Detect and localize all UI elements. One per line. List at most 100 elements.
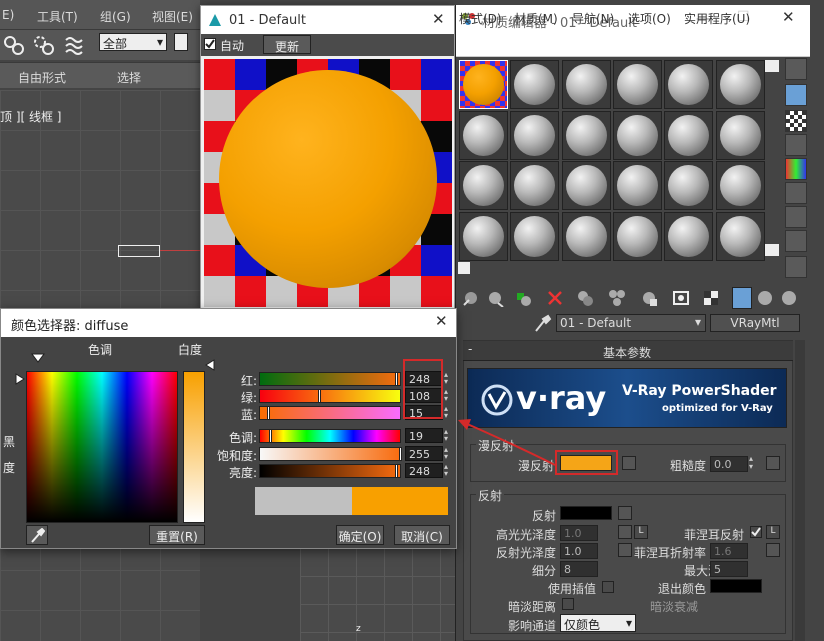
slider-thumb[interactable] <box>399 447 402 461</box>
sample-slot[interactable] <box>561 161 611 210</box>
slider-thumb[interactable] <box>395 372 399 386</box>
value-input[interactable]: 248 <box>405 463 443 478</box>
selected-object[interactable] <box>118 245 160 257</box>
roughness-map-button[interactable] <box>766 456 780 470</box>
video-color-check-icon[interactable] <box>785 158 807 180</box>
link-icon[interactable] <box>3 34 25 56</box>
blue-slider[interactable] <box>259 406 401 420</box>
hilight-gloss-map-button[interactable] <box>618 525 632 539</box>
slots-hscroll-left[interactable] <box>458 262 470 274</box>
menu-edit[interactable]: E) <box>2 8 14 22</box>
exit-color-swatch[interactable] <box>710 579 762 593</box>
make-preview-icon[interactable] <box>785 182 807 204</box>
reset-button[interactable]: 重置(R) <box>149 525 205 545</box>
roughness-input[interactable]: 0.0 <box>710 456 748 472</box>
menu-material[interactable]: 材质(M) <box>514 10 558 27</box>
whiteness-bar[interactable] <box>183 371 205 523</box>
select-object-icon[interactable] <box>174 33 188 51</box>
sample-slot[interactable] <box>612 110 662 160</box>
backlight-icon[interactable] <box>785 84 807 106</box>
refl-gloss-input[interactable]: 1.0 <box>560 543 598 559</box>
put-to-library-icon[interactable] <box>640 289 658 307</box>
update-button[interactable]: 更新 <box>263 35 311 54</box>
viewport-perspective[interactable]: z <box>300 548 465 641</box>
saturation-slider[interactable] <box>259 447 401 461</box>
ribbon-tab-selection[interactable]: 选择 <box>117 69 141 86</box>
close-icon[interactable]: ✕ <box>782 8 795 26</box>
sample-slot[interactable] <box>664 161 714 210</box>
hue-slider[interactable] <box>259 429 401 443</box>
fresnel-checkbox[interactable] <box>750 526 762 538</box>
unlink-icon[interactable] <box>33 34 55 56</box>
dim-distance-checkbox[interactable] <box>562 598 574 610</box>
green-slider[interactable] <box>259 389 401 403</box>
slider-thumb[interactable] <box>395 464 399 478</box>
background-checker-icon[interactable] <box>785 110 807 132</box>
saturation-input[interactable]: 255 <box>405 446 443 461</box>
sample-slot[interactable] <box>664 110 714 160</box>
reflect-color-swatch[interactable] <box>560 506 612 520</box>
rollout-header[interactable]: - 基本参数 <box>463 341 793 361</box>
spinner-arrows-icon[interactable]: ▴ ▾ <box>444 371 448 386</box>
fresnel-ior-map-button[interactable] <box>766 543 780 557</box>
sample-slot[interactable] <box>664 60 714 109</box>
max-depth-input[interactable]: 5 <box>710 561 748 577</box>
fresnel-lock-button[interactable]: L <box>766 525 780 539</box>
spinner-arrows-icon[interactable]: ▴ ▾ <box>444 463 448 478</box>
menu-tools[interactable]: 工具(T) <box>37 8 78 25</box>
material-navigator-icon[interactable] <box>785 256 807 278</box>
value-slider[interactable] <box>259 464 401 478</box>
reflect-map-button[interactable] <box>618 506 632 520</box>
blackness-pointer-icon[interactable] <box>15 373 25 385</box>
get-material-icon[interactable] <box>462 289 480 307</box>
hue-input[interactable]: 19 <box>405 428 443 443</box>
preview-sphere[interactable] <box>219 70 437 288</box>
ribbon-tab-freeform[interactable]: 自由形式 <box>18 69 66 86</box>
sample-slot[interactable] <box>459 211 508 261</box>
diffuse-map-button[interactable] <box>622 456 636 470</box>
go-to-parent-icon[interactable] <box>756 289 774 307</box>
material-name-field[interactable]: 01 - Default ▾ <box>556 314 706 332</box>
options-icon[interactable] <box>785 206 807 228</box>
whiteness-pointer-icon[interactable] <box>205 359 215 371</box>
refl-gloss-map-button[interactable] <box>618 543 632 557</box>
sample-slot[interactable] <box>459 161 508 210</box>
sample-slot[interactable] <box>715 110 765 160</box>
make-copy-icon[interactable] <box>576 289 594 307</box>
slots-scroll-down[interactable] <box>765 244 779 256</box>
red-slider[interactable] <box>259 372 401 386</box>
slider-thumb[interactable] <box>269 429 273 443</box>
sample-slot[interactable] <box>664 211 714 261</box>
sample-slot[interactable] <box>561 211 611 261</box>
ok-button[interactable]: 确定(O) <box>336 525 384 545</box>
make-unique-icon[interactable] <box>608 289 626 307</box>
hilight-gloss-input[interactable]: 1.0 <box>560 525 598 541</box>
sample-slot[interactable] <box>715 211 765 261</box>
fresnel-ior-input[interactable]: 1.6 <box>710 543 748 559</box>
material-id-channel-icon[interactable] <box>672 289 690 307</box>
sample-slot[interactable] <box>612 60 662 109</box>
assign-to-selection-icon[interactable] <box>514 289 532 307</box>
menu-views[interactable]: 视图(E) <box>152 8 193 25</box>
show-shaded-material-icon[interactable] <box>702 289 720 307</box>
subdivs-input[interactable]: 8 <box>560 561 598 577</box>
eyedropper-button[interactable] <box>26 525 48 545</box>
sample-slot[interactable] <box>561 110 611 160</box>
selection-filter-dropdown[interactable]: 全部 ▾ <box>99 33 167 51</box>
spinner-arrows-icon[interactable]: ▴ ▾ <box>444 388 448 403</box>
spinner-arrows-icon[interactable]: ▴ ▾ <box>444 428 448 443</box>
sample-slot[interactable] <box>510 60 560 109</box>
spinner-arrows-icon[interactable]: ▴ ▾ <box>444 446 448 461</box>
bind-spacewarp-icon[interactable] <box>64 34 88 56</box>
hue-blackness-field[interactable] <box>26 371 178 523</box>
menu-group[interactable]: 组(G) <box>100 8 131 25</box>
sample-type-icon[interactable] <box>785 58 807 80</box>
roughness-spinner-icon[interactable]: ▴ ▾ <box>749 455 753 471</box>
sample-slot[interactable] <box>510 110 560 160</box>
viewport-label[interactable]: 顶 ][ 线框 ] <box>0 108 62 125</box>
hilight-lock-button[interactable]: L <box>634 525 648 539</box>
sample-slot[interactable] <box>459 60 508 109</box>
show-end-result-icon[interactable] <box>732 287 752 309</box>
spinner-arrows-icon[interactable]: ▴ ▾ <box>444 405 448 420</box>
slots-scroll-up[interactable] <box>765 60 779 72</box>
